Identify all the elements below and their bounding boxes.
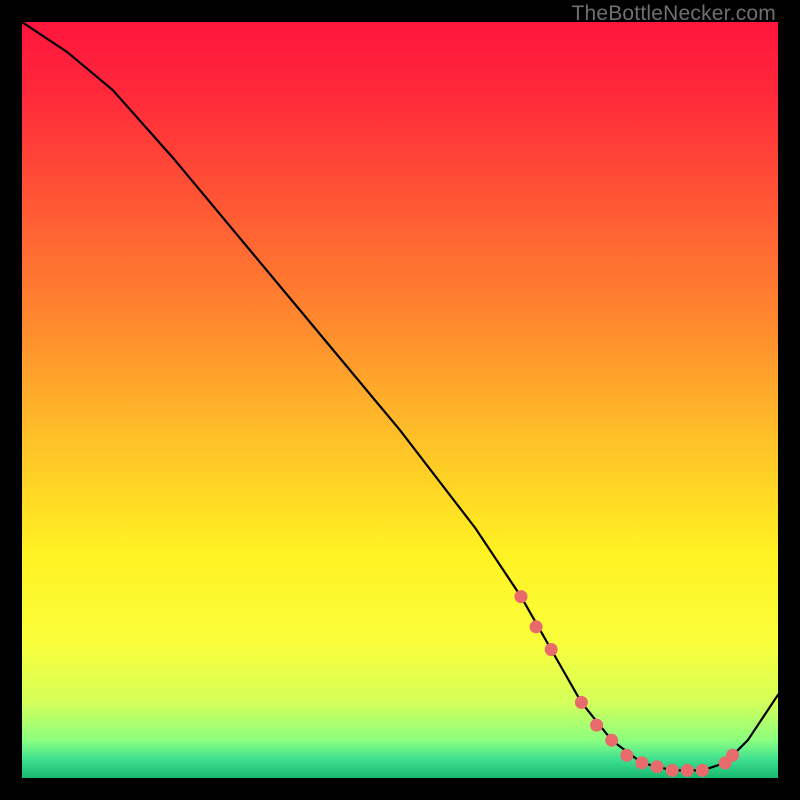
marker-point: [651, 760, 664, 773]
chart-svg: [22, 22, 778, 778]
marker-point: [696, 764, 709, 777]
marker-point: [681, 764, 694, 777]
marker-point: [726, 749, 739, 762]
marker-point: [575, 696, 588, 709]
chart-frame: [22, 22, 778, 778]
marker-point: [620, 749, 633, 762]
gradient-background: [22, 22, 778, 778]
marker-point: [635, 756, 648, 769]
marker-point: [605, 734, 618, 747]
marker-point: [666, 764, 679, 777]
marker-point: [590, 719, 603, 732]
marker-point: [530, 620, 543, 633]
marker-point: [515, 590, 528, 603]
marker-point: [545, 643, 558, 656]
watermark-text: TheBottleNecker.com: [571, 2, 776, 26]
